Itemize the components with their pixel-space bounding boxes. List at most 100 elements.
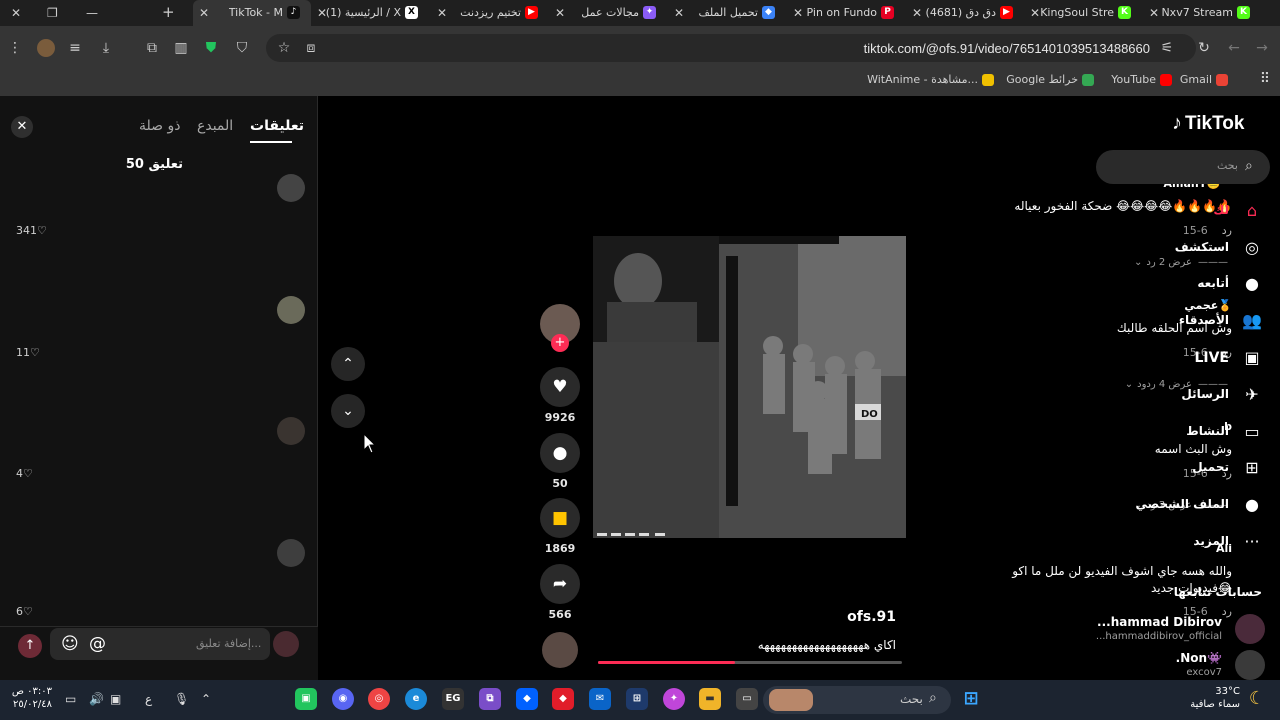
- store-icon[interactable]: ⊞: [626, 688, 648, 710]
- copilot-icon[interactable]: ✦: [663, 688, 685, 710]
- tab-close-icon[interactable]: ✕: [199, 6, 209, 20]
- windows-start-icon[interactable]: ⊞: [960, 688, 982, 710]
- nav-icon[interactable]: ●: [1241, 273, 1263, 295]
- comment-action[interactable]: ● 50: [540, 433, 580, 490]
- browser-tab[interactable]: K Nxv7 Stream ✕: [1143, 0, 1261, 26]
- close-comments-button[interactable]: ✕: [11, 116, 33, 138]
- dropbox-icon[interactable]: ◆: [516, 688, 538, 710]
- mention-icon[interactable]: @: [89, 634, 106, 654]
- comment-avatar[interactable]: [277, 417, 305, 445]
- weather-widget[interactable]: 33°C سماء صافية: [1190, 685, 1240, 711]
- browser-tab[interactable]: ♪ TikTok - M ✕: [193, 0, 311, 26]
- bookmark-item[interactable]: WitAnime - مشاهدة...: [867, 73, 994, 86]
- nav-item[interactable]: المزيد: [1193, 534, 1229, 548]
- shield-outline-icon[interactable]: ⛉: [233, 39, 251, 57]
- view-replies-button[interactable]: ⌄ عرض 2 رد ———: [1134, 257, 1228, 268]
- back-icon[interactable]: ←: [1225, 39, 1243, 57]
- microphone-icon[interactable]: 🎙: [174, 692, 189, 706]
- following-name[interactable]: .Non👾: [1176, 651, 1222, 665]
- following-avatar[interactable]: [1235, 650, 1265, 680]
- url-text[interactable]: tiktok.com/@ofs.91/video/765140103951348…: [864, 41, 1150, 56]
- share-icon[interactable]: ➦: [540, 564, 580, 604]
- tab-related[interactable]: ذو صلة: [139, 118, 180, 134]
- restore-window-icon[interactable]: ❐: [47, 6, 58, 20]
- nav-icon[interactable]: ···: [1241, 531, 1263, 553]
- epic-games-icon[interactable]: EG: [442, 688, 464, 710]
- nav-item[interactable]: الملف الشخصي: [1136, 497, 1229, 511]
- moon-icon[interactable]: ☾: [1246, 688, 1268, 710]
- browser-tab[interactable]: ▶ (4681) دق دق ✕: [906, 0, 1024, 26]
- emoji-icon[interactable]: ☺: [61, 634, 79, 654]
- outlook-icon[interactable]: ✉: [589, 688, 611, 710]
- task-view-icon[interactable]: ▭: [736, 688, 758, 710]
- tab-close-icon[interactable]: ✕: [317, 6, 327, 20]
- tab-close-icon[interactable]: ✕: [437, 6, 447, 20]
- reply-button[interactable]: رد: [1222, 605, 1232, 618]
- taskbar-clock[interactable]: ٠٣:٠٣ ص ٢٥/٠٢/٤٨: [8, 685, 52, 711]
- search-icon[interactable]: ⌕: [1245, 158, 1253, 174]
- translate-icon[interactable]: ⧈: [302, 39, 320, 57]
- download-icon[interactable]: ⤓: [97, 39, 115, 57]
- search-input[interactable]: [1096, 150, 1270, 184]
- share-action[interactable]: ➦ 566: [540, 564, 580, 621]
- tab-close-icon[interactable]: ✕: [674, 6, 684, 20]
- reply-button[interactable]: رد: [1222, 224, 1232, 237]
- like-action[interactable]: ♥ 9926: [540, 367, 580, 424]
- browser-tab[interactable]: ◆ تحميل الملف ✕: [668, 0, 786, 26]
- music-disc-avatar[interactable]: [542, 632, 578, 668]
- reload-icon[interactable]: ↻: [1195, 39, 1213, 57]
- video-author[interactable]: ofs.91: [847, 609, 896, 625]
- tab-close-icon[interactable]: ✕: [793, 6, 803, 20]
- tray-chevron-icon[interactable]: ⌃: [201, 692, 211, 706]
- nav-icon[interactable]: ⌂: [1241, 200, 1263, 222]
- chrome-icon[interactable]: ◎: [368, 688, 390, 710]
- browser-tab[interactable]: P Pin on Fundo ✕: [787, 0, 905, 26]
- tab-close-icon[interactable]: ✕: [555, 6, 565, 20]
- nav-item[interactable]: استكشف: [1175, 240, 1229, 254]
- tab-new[interactable]: +: [160, 0, 178, 26]
- nav-icon[interactable]: ⊞: [1241, 457, 1263, 479]
- playlist-icon[interactable]: ≡: [66, 39, 84, 57]
- send-comment-button[interactable]: ↑: [18, 634, 42, 658]
- browser-tab[interactable]: X (1) الرئيسية / X ✕: [311, 0, 429, 26]
- bookmark-item[interactable]: Google خرائط: [1006, 73, 1094, 86]
- discord-icon[interactable]: ◉: [332, 688, 354, 710]
- bookmark-icon[interactable]: ■: [540, 498, 580, 538]
- browser-tab[interactable]: K KingSoul Stre ✕: [1024, 0, 1142, 26]
- network-icon[interactable]: ▣: [110, 692, 121, 706]
- comment-like-button[interactable]: 11♡: [16, 346, 40, 359]
- comment-like-button[interactable]: 4♡: [16, 467, 33, 480]
- tab-close-icon[interactable]: ✕: [912, 6, 922, 20]
- window-controls[interactable]: ✕ ❐ —: [0, 0, 150, 26]
- browser-tab[interactable]: ✦ مجالات عمل ✕: [549, 0, 667, 26]
- comment-avatar[interactable]: [277, 539, 305, 567]
- nav-icon[interactable]: ▣: [1241, 347, 1263, 369]
- language-indicator[interactable]: ع: [145, 692, 152, 706]
- visual-studio-icon[interactable]: ⧉: [479, 688, 501, 710]
- close-window-icon[interactable]: ✕: [11, 6, 21, 20]
- star-icon[interactable]: ☆: [275, 39, 293, 57]
- tab-comments[interactable]: تعليقات: [250, 118, 304, 134]
- nav-icon[interactable]: ✈: [1241, 384, 1263, 406]
- nav-item[interactable]: الرسائل: [1181, 387, 1229, 401]
- menu-icon[interactable]: ⋮: [6, 39, 24, 57]
- extensions-icon[interactable]: ⧉: [143, 39, 161, 57]
- red-app-icon[interactable]: ◆: [552, 688, 574, 710]
- apps-icon[interactable]: ⠿: [1256, 70, 1274, 88]
- nav-icon[interactable]: ▭: [1241, 421, 1263, 443]
- like-icon[interactable]: ♥: [540, 367, 580, 407]
- nav-item[interactable]: LIVE: [1194, 350, 1229, 366]
- nav-item[interactable]: النشاط: [1186, 424, 1229, 438]
- nav-item[interactable]: الأصدقاء: [1179, 313, 1229, 327]
- comment-username[interactable]: عجمي🏅: [1184, 299, 1232, 312]
- forward-icon[interactable]: →: [1253, 39, 1271, 57]
- nav-icon[interactable]: ●: [1241, 494, 1263, 516]
- file-explorer-icon[interactable]: ▬: [699, 688, 721, 710]
- previous-video-button[interactable]: ⌃: [331, 347, 365, 381]
- battery-icon[interactable]: ▭: [65, 692, 76, 706]
- taskbar-app-green-icon[interactable]: ▣: [295, 688, 317, 710]
- comment-avatar[interactable]: [277, 296, 305, 324]
- nav-item[interactable]: أتابعه: [1197, 276, 1229, 290]
- bookmark-item[interactable]: Gmail: [1180, 73, 1228, 86]
- comment-icon[interactable]: ●: [540, 433, 580, 473]
